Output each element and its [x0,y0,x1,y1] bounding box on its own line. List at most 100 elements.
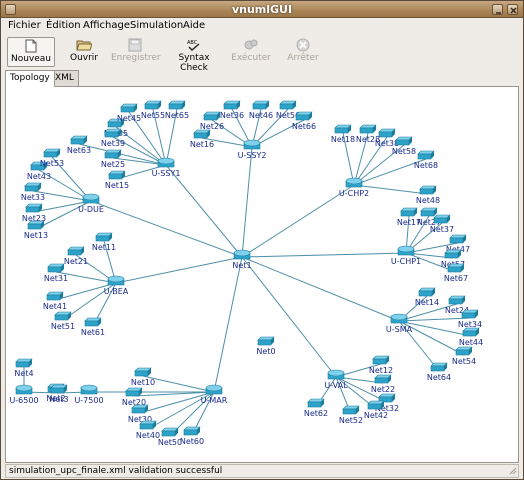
switch-node-net20[interactable]: Net20 [122,387,146,407]
node-label: U-CHP1 [391,257,421,266]
execute-icon [244,39,258,50]
menu-simulation[interactable]: Simulation [130,20,183,31]
link [241,256,337,378]
node-label: Net66 [292,122,316,131]
open-button-label: Ouvrir [69,53,98,63]
syntax-check-button[interactable]: ABC Syntax Check [164,37,224,73]
topology-canvas[interactable]: Net0 Net2 Net3 Net4 Net10 Net11 Net12 Net13 Net1… [5,86,519,463]
menu-fichier[interactable]: Fichier [8,20,41,31]
node-label: Net55 [141,111,165,120]
node-label: U-6500 [9,396,38,405]
node-label: Net26 [200,122,224,131]
switch-node-net25[interactable]: Net25 [101,149,125,169]
switch-node-net10[interactable]: Net10 [131,367,155,387]
node-label: Net64 [427,373,451,382]
switch-node-net36[interactable]: Net36 [220,100,244,120]
switch-node-net12[interactable]: Net12 [369,355,393,375]
topology-graph[interactable]: Net0Net2Net3Net4Net10Net11Net12Net13Net1… [6,87,519,463]
switch-node-net50[interactable]: Net50 [158,427,182,447]
status-message: simulation_upc_finale.xml validation suc… [9,466,223,476]
switch-node-net41[interactable]: Net41 [43,291,67,311]
nodes-layer: Net0Net2Net3Net4Net10Net11Net12Net13Net1… [9,100,483,447]
node-label: U-SSY2 [238,151,267,160]
menu-affichage[interactable]: Affichage [83,20,130,31]
stop-button-label: Arrêter [287,53,319,63]
switch-node-net62[interactable]: Net62 [304,398,328,418]
node-label: Net51 [51,322,75,331]
router-node-u-7500[interactable]: U-7500 [74,384,104,405]
switch-node-net22[interactable]: Net22 [371,374,395,394]
node-label: U-DUE [78,205,104,214]
menu-edition[interactable]: Édition [46,20,81,31]
toolbar: Nouveau Ouvrir Enregistrer ABC Syntax Ch… [1,35,523,73]
switch-node-net33[interactable]: Net33 [21,182,45,202]
node-label: Net41 [43,302,67,311]
node-label: U-BEA [104,287,129,296]
node-label: Net15 [105,181,129,190]
stop-icon [296,38,310,52]
node-label: Net53 [40,159,64,168]
switch-node-net45[interactable]: Net45 [117,103,141,123]
switch-node-net4[interactable]: Net4 [14,358,34,378]
execute-button[interactable]: Exécuter [231,37,271,67]
switch-node-net11[interactable]: Net11 [92,232,116,252]
node-label: Net60 [180,437,204,446]
router-node-u-bea[interactable]: U-BEA [104,275,129,296]
node-label: Net11 [92,243,116,252]
node-label: Net22 [371,385,395,394]
node-label: Net25 [101,160,125,169]
switch-node-net18[interactable]: Net18 [331,124,355,144]
node-label: Net31 [44,274,68,283]
node-label: U-SSY1 [152,169,181,178]
switch-node-net16[interactable]: Net16 [190,129,214,149]
switch-node-net65[interactable]: Net65 [165,100,189,120]
switch-node-net52[interactable]: Net52 [339,405,363,425]
resize-grip-icon[interactable] [507,465,517,475]
switch-node-net46[interactable]: Net46 [249,100,273,120]
link [115,256,243,284]
switch-node-net15[interactable]: Net15 [105,170,129,190]
node-label: Net13 [24,231,48,240]
switch-node-net3[interactable]: Net3 [49,384,69,404]
switch-node-net64[interactable]: Net64 [427,362,451,382]
switch-node-net60[interactable]: Net60 [180,426,204,446]
node-label: Net16 [190,140,214,149]
save-button[interactable]: Enregistrer [111,37,161,67]
title-bar[interactable]: vnumlGUI [1,1,523,18]
router-node-u-chp1[interactable]: U-CHP1 [391,245,421,266]
node-label: U-MAR [201,396,228,405]
switch-node-net51[interactable]: Net51 [51,311,75,331]
node-label: Net37 [430,225,454,234]
save-button-label: Enregistrer [111,53,161,63]
stop-button[interactable]: Arrêter [284,37,322,67]
new-button[interactable]: Nouveau [7,37,55,67]
switch-node-net48[interactable]: Net48 [416,185,440,205]
switch-node-net31[interactable]: Net31 [44,263,68,283]
switch-node-net55[interactable]: Net55 [141,100,165,120]
router-node-u-val[interactable]: U-VAL [324,369,348,390]
node-label: Net68 [414,161,438,170]
switch-node-net14[interactable]: Net14 [415,287,439,307]
menu-aide[interactable]: Aide [183,20,205,31]
switch-node-net54[interactable]: Net54 [452,346,476,366]
switch-node-net61[interactable]: Net61 [81,317,105,337]
switch-node-net23[interactable]: Net23 [22,203,46,223]
close-button[interactable] [507,4,518,15]
minimize-icon [496,12,501,14]
tab-topology[interactable]: Topology [5,70,55,87]
switch-node-net44[interactable]: Net44 [459,327,483,347]
status-bar: simulation_upc_finale.xml validation suc… [5,464,519,478]
switch-node-net38[interactable]: Net38 [375,128,399,148]
switch-node-net63[interactable]: Net63 [67,135,91,155]
open-button[interactable]: Ouvrir [67,37,101,67]
switch-node-net21[interactable]: Net21 [64,246,88,266]
node-label: U-CHP2 [339,189,369,198]
minimize-button[interactable] [492,4,503,15]
switch-node-net53[interactable]: Net53 [40,148,64,168]
node-label: U-SMA [386,325,413,334]
switch-node-net0[interactable]: Net0 [256,336,276,356]
router-node-u-6500[interactable]: U-6500 [9,384,39,405]
window-title: vnumlGUI [231,3,293,16]
switch-node-net68[interactable]: Net68 [414,150,438,170]
switch-node-net13[interactable]: Net13 [24,220,48,240]
